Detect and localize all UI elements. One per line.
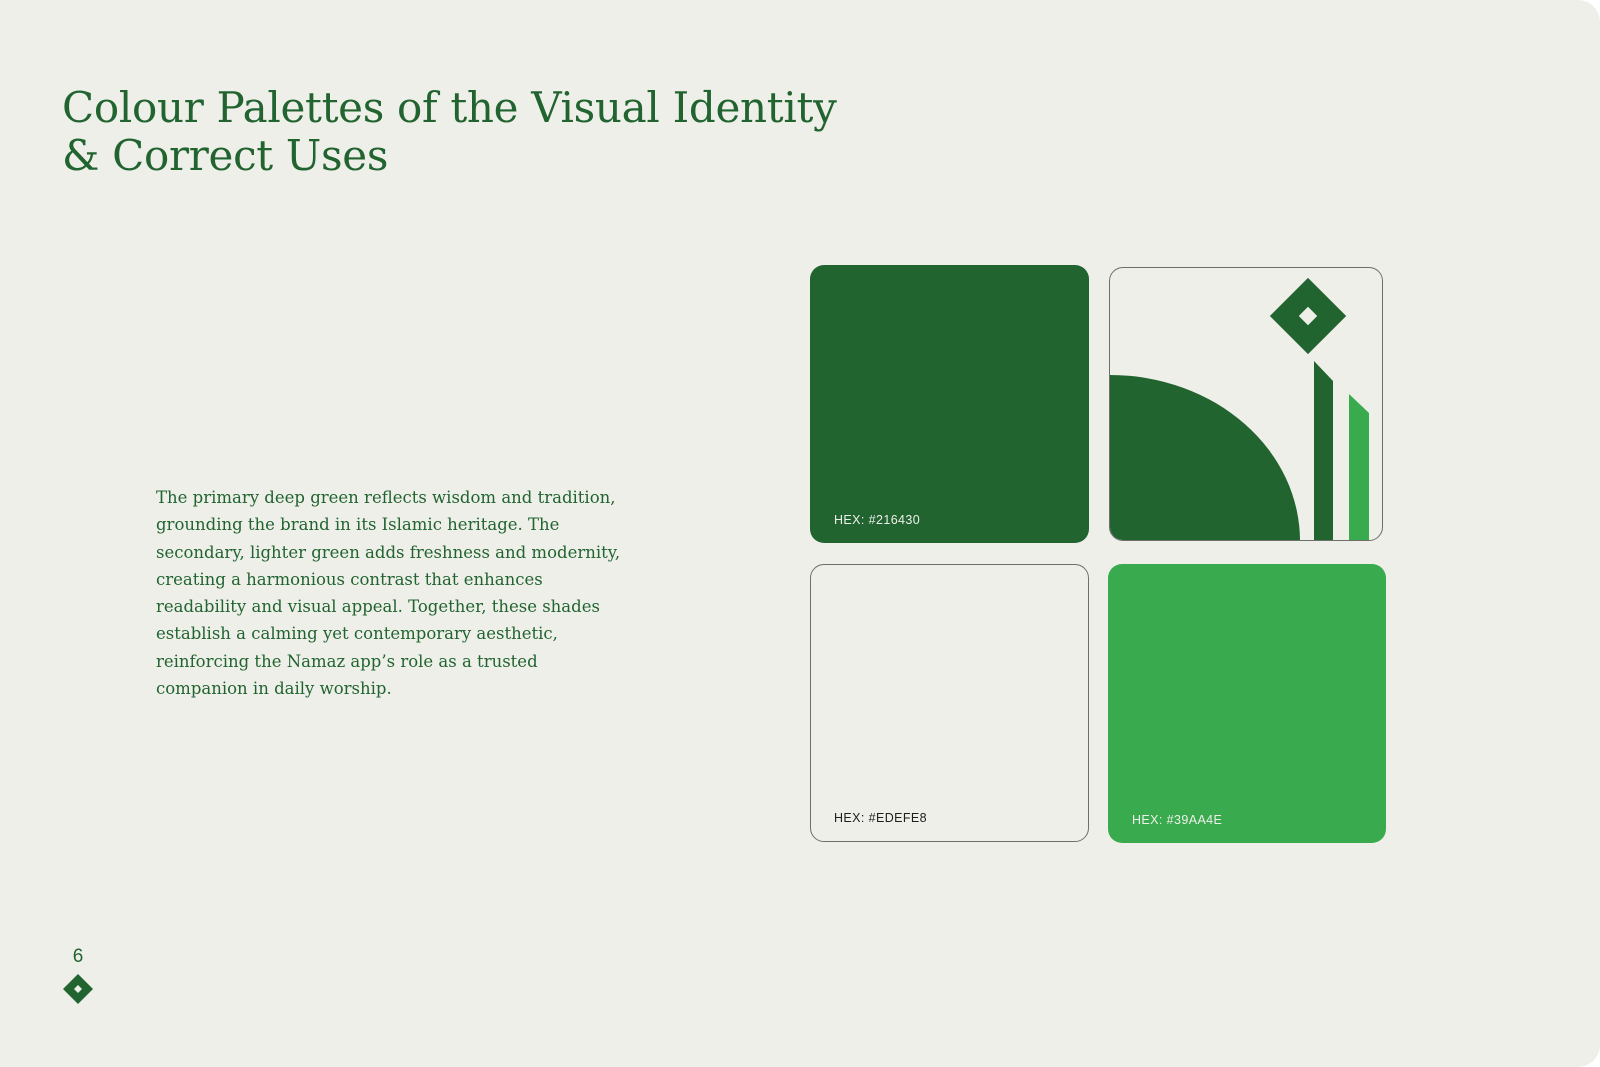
page-number: 6 xyxy=(72,946,84,967)
page-title-line-2: & Correct Uses xyxy=(62,131,389,180)
description-paragraph: The primary deep green reflects wisdom a… xyxy=(156,488,621,699)
swatch-primary-hex-label: HEX: #216430 xyxy=(834,513,921,527)
swatch-primary-deep-green: HEX: #216430 xyxy=(810,265,1089,543)
namaz-mosque-mark-icon xyxy=(1110,277,1369,540)
swatch-secondary-hex-label: HEX: #39AA4E xyxy=(1132,813,1223,827)
swatch-logo-preview xyxy=(1109,267,1383,541)
swatch-off-white: HEX: #EDEFE8 xyxy=(810,564,1089,842)
diamond-icon xyxy=(63,974,93,1004)
swatch-secondary-light-green: HEX: #39AA4E xyxy=(1108,564,1386,843)
swatch-off-white-hex-label: HEX: #EDEFE8 xyxy=(834,811,928,825)
brand-guideline-page: Colour Palettes of the Visual Identity &… xyxy=(0,0,1600,1067)
page-title: Colour Palettes of the Visual Identity &… xyxy=(62,84,837,180)
page-title-line-1: Colour Palettes of the Visual Identity xyxy=(62,83,837,132)
